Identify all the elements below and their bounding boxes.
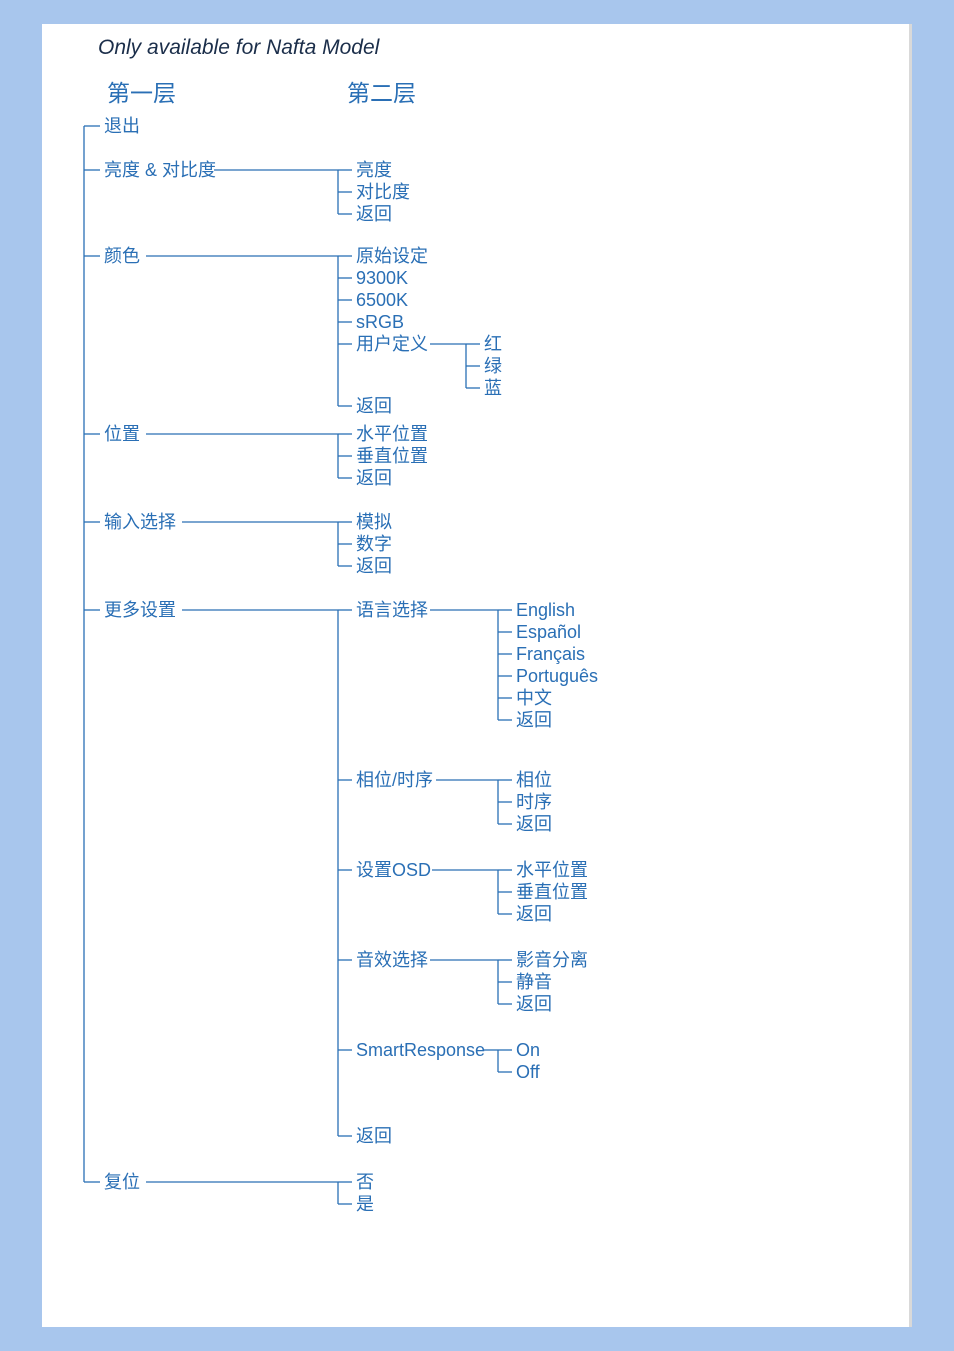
phase-c: 返回: [516, 814, 552, 834]
audio-a: 影音分离: [516, 950, 588, 970]
color-a: 原始设定: [356, 246, 428, 266]
more-phase: 相位/时序: [356, 770, 433, 790]
bright-c: 返回: [356, 204, 392, 224]
color-b: 9300K: [356, 268, 408, 288]
l1-position: 位置: [104, 424, 140, 444]
phase-b: 时序: [516, 792, 552, 812]
pos-c: 返回: [356, 468, 392, 488]
more-back: 返回: [356, 1126, 392, 1146]
l1-color: 颜色: [104, 246, 140, 266]
inp-a: 模拟: [356, 512, 392, 532]
bright-a: 亮度: [356, 160, 392, 180]
color-f: 返回: [356, 396, 392, 416]
inp-c: 返回: [356, 556, 392, 576]
l1-bright: 亮度 & 对比度: [104, 160, 216, 180]
color-user-r: 红: [484, 334, 502, 354]
more-lang: 语言选择: [356, 600, 428, 620]
page: Only available for Nafta Model 第一层 第二层: [42, 24, 912, 1327]
color-e: 用户定义: [356, 334, 428, 354]
lang-e: 中文: [516, 688, 552, 708]
lang-a: English: [516, 600, 575, 620]
lang-b: Español: [516, 622, 581, 642]
audio-c: 返回: [516, 994, 552, 1014]
pos-a: 水平位置: [356, 424, 428, 444]
smart-a: On: [516, 1040, 540, 1060]
color-d: sRGB: [356, 312, 404, 332]
more-smart: SmartResponse: [356, 1040, 485, 1060]
reset-b: 是: [356, 1194, 374, 1214]
bright-b: 对比度: [356, 182, 410, 202]
reset-a: 否: [356, 1172, 374, 1192]
l1-exit: 退出: [104, 116, 140, 136]
lang-c: Français: [516, 644, 585, 664]
lang-d: Português: [516, 666, 598, 686]
audio-b: 静音: [516, 972, 552, 992]
color-user-b: 蓝: [484, 378, 502, 398]
osd-a: 水平位置: [516, 860, 588, 880]
l1-reset: 复位: [104, 1172, 140, 1192]
l1-more: 更多设置: [104, 600, 176, 620]
more-osd: 设置OSD: [356, 860, 431, 880]
tree-lines: [42, 24, 912, 1327]
l1-input: 输入选择: [104, 512, 176, 532]
color-c: 6500K: [356, 290, 408, 310]
smart-b: Off: [516, 1062, 540, 1082]
lang-f: 返回: [516, 710, 552, 730]
osd-b: 垂直位置: [516, 882, 588, 902]
color-user-g: 绿: [484, 356, 502, 376]
pos-b: 垂直位置: [356, 446, 428, 466]
inp-b: 数字: [356, 534, 392, 554]
phase-a: 相位: [516, 770, 552, 790]
osd-c: 返回: [516, 904, 552, 924]
more-audio: 音效选择: [356, 950, 428, 970]
